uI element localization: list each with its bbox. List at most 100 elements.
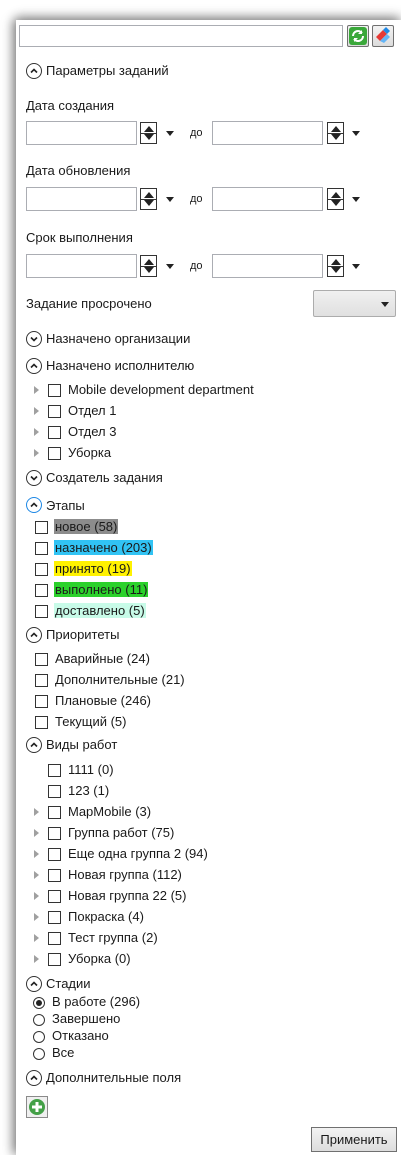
work-type-checkbox[interactable] — [48, 911, 61, 924]
priority-checkbox[interactable] — [35, 716, 48, 729]
expand-arrow-icon[interactable] — [34, 955, 39, 963]
due-from-dropdown[interactable] — [166, 264, 174, 269]
work-types-expander[interactable] — [26, 737, 42, 753]
expand-arrow-icon[interactable] — [34, 449, 39, 457]
assignee-checkbox[interactable] — [48, 405, 61, 418]
updated-from-field[interactable] — [26, 187, 137, 211]
due-from-spinner[interactable] — [140, 255, 157, 277]
assignee-label: Отдел 1 — [68, 403, 117, 418]
work-type-label: 1111 (0) — [68, 762, 114, 777]
phases-expander[interactable] — [26, 976, 42, 992]
assignee-checkbox[interactable] — [48, 426, 61, 439]
work-type-checkbox[interactable] — [48, 764, 61, 777]
created-to-field[interactable] — [212, 121, 323, 145]
created-from-field[interactable] — [26, 121, 137, 145]
stage-checkbox[interactable] — [35, 605, 48, 618]
expand-arrow-icon[interactable] — [34, 871, 39, 879]
expand-arrow-icon[interactable] — [34, 892, 39, 900]
due-to-spinner[interactable] — [327, 255, 344, 277]
due-to-dropdown[interactable] — [352, 264, 360, 269]
chevron-down-icon — [30, 475, 38, 481]
stage-label: принято (19) — [54, 561, 132, 576]
task-params-expander[interactable] — [26, 63, 42, 79]
updated-to-spinner[interactable] — [327, 188, 344, 210]
created-to-spinner[interactable] — [327, 122, 344, 144]
assignee-checkbox[interactable] — [48, 384, 61, 397]
updated-to-field[interactable] — [212, 187, 323, 211]
work-type-label: Покраска (4) — [68, 909, 144, 924]
phase-radio[interactable] — [33, 1031, 45, 1043]
priority-checkbox[interactable] — [35, 653, 48, 666]
updated-from-spinner[interactable] — [140, 188, 157, 210]
priorities-title: Приоритеты — [46, 627, 120, 642]
stage-checkbox[interactable] — [35, 542, 48, 555]
updated-to-dropdown[interactable] — [352, 197, 360, 202]
work-type-checkbox[interactable] — [48, 827, 61, 840]
work-type-label: Новая группа (112) — [68, 867, 182, 882]
search-input[interactable] — [19, 25, 343, 47]
extra-fields-expander[interactable] — [26, 1070, 42, 1086]
stage-checkbox[interactable] — [35, 521, 48, 534]
phase-label: Все — [52, 1045, 75, 1060]
apply-button[interactable]: Применить — [311, 1127, 397, 1152]
priority-checkbox[interactable] — [35, 674, 48, 687]
stage-label: доставлено (5) — [54, 603, 146, 618]
created-to-dropdown[interactable] — [352, 131, 360, 136]
expand-arrow-icon[interactable] — [34, 829, 39, 837]
priorities-expander[interactable] — [26, 627, 42, 643]
clear-button[interactable] — [372, 25, 394, 47]
created-label: Дата создания — [26, 98, 115, 113]
priority-checkbox[interactable] — [35, 695, 48, 708]
due-to-field[interactable] — [212, 254, 323, 278]
work-type-label: Новая группа 22 (5) — [68, 888, 187, 903]
work-type-checkbox[interactable] — [48, 806, 61, 819]
creator-title: Создатель задания — [46, 470, 163, 485]
created-from-spinner[interactable] — [140, 122, 157, 144]
updated-label: Дата обновления — [26, 163, 131, 178]
expand-arrow-icon[interactable] — [34, 407, 39, 415]
to-label: до — [190, 260, 203, 272]
phase-radio[interactable] — [33, 997, 45, 1009]
stage-checkbox[interactable] — [35, 584, 48, 597]
expand-arrow-icon[interactable] — [34, 850, 39, 858]
created-from-dropdown[interactable] — [166, 131, 174, 136]
priority-label: Плановые (246) — [55, 693, 152, 708]
work-type-checkbox[interactable] — [48, 890, 61, 903]
refresh-button[interactable] — [347, 25, 369, 47]
priority-label: Аварийные (24) — [55, 651, 150, 666]
expand-arrow-icon[interactable] — [34, 913, 39, 921]
expand-arrow-icon[interactable] — [34, 428, 39, 436]
priority-label: Текущий (5) — [55, 714, 127, 729]
updated-from-dropdown[interactable] — [166, 197, 174, 202]
assigned-exec-expander[interactable] — [26, 358, 42, 374]
stage-checkbox[interactable] — [35, 563, 48, 576]
work-type-label: Еще одна группа 2 (94) — [68, 846, 208, 861]
expand-arrow-icon[interactable] — [34, 386, 39, 394]
work-type-label: Тест группа (2) — [68, 930, 158, 945]
chevron-up-icon — [30, 1075, 38, 1081]
assigned-org-expander[interactable] — [26, 331, 42, 347]
work-type-checkbox[interactable] — [48, 848, 61, 861]
expand-arrow-icon[interactable] — [34, 808, 39, 816]
due-from-field[interactable] — [26, 254, 137, 278]
creator-expander[interactable] — [26, 470, 42, 486]
chevron-up-icon — [30, 502, 38, 508]
work-type-checkbox[interactable] — [48, 869, 61, 882]
chevron-down-icon — [30, 336, 38, 342]
add-field-button[interactable] — [26, 1096, 48, 1118]
expand-arrow-icon[interactable] — [34, 934, 39, 942]
work-type-checkbox[interactable] — [48, 953, 61, 966]
phase-radio[interactable] — [33, 1014, 45, 1026]
chevron-up-icon — [30, 632, 38, 638]
work-type-checkbox[interactable] — [48, 785, 61, 798]
stages-expander[interactable] — [26, 497, 42, 513]
phase-label: Отказано — [52, 1028, 109, 1043]
overdue-combobox[interactable] — [313, 290, 396, 317]
refresh-icon — [349, 27, 367, 45]
phase-radio[interactable] — [33, 1048, 45, 1060]
work-type-label: Уборка (0) — [68, 951, 131, 966]
assignee-checkbox[interactable] — [48, 447, 61, 460]
chevron-up-icon — [30, 68, 38, 74]
to-label: до — [190, 127, 203, 139]
work-type-checkbox[interactable] — [48, 932, 61, 945]
